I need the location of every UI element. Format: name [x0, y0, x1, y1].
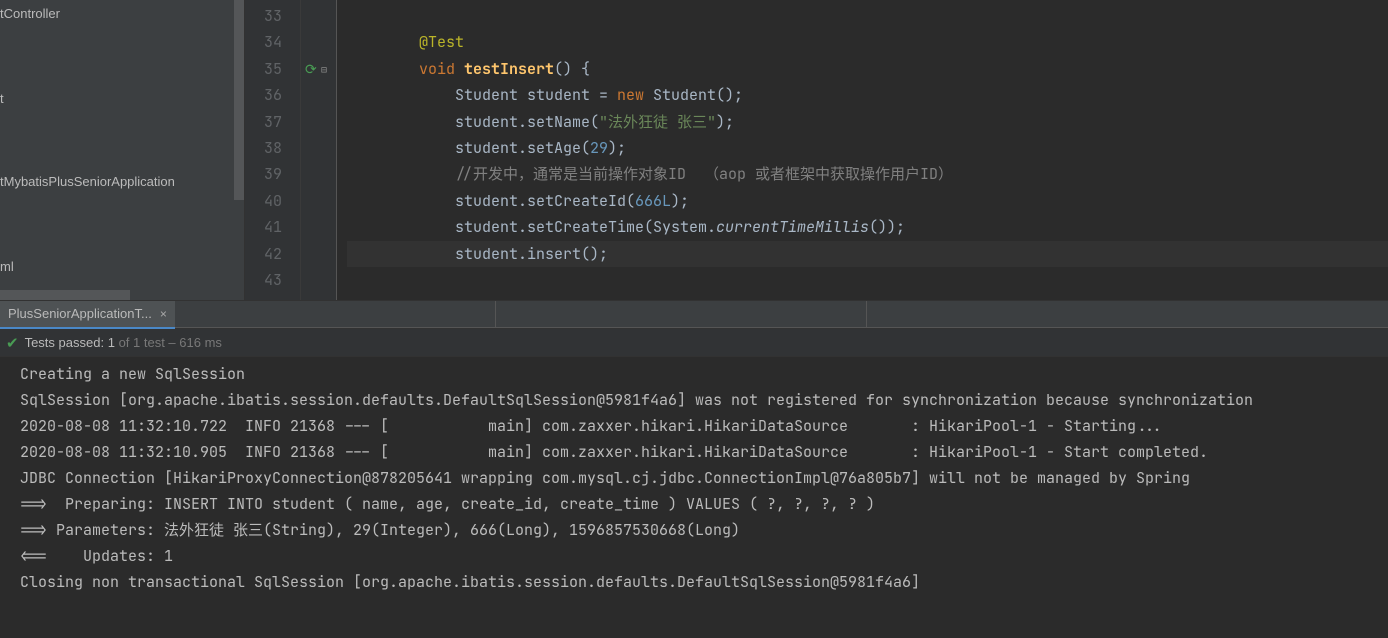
gutter-icons: ⟳⊟: [301, 0, 337, 300]
code-line[interactable]: student.insert();: [347, 241, 1388, 267]
tests-passed-label: Tests passed:: [25, 335, 105, 350]
code-line[interactable]: [347, 267, 1388, 293]
console-line: <== Updates: 1: [20, 543, 1388, 569]
line-number: 39: [245, 161, 300, 187]
line-number: 43: [245, 267, 300, 293]
console-output[interactable]: Creating a new SqlSessionSqlSession [org…: [0, 357, 1388, 638]
tests-summary: of 1 test – 616 ms: [119, 335, 222, 350]
sidebar-item[interactable]: tController: [0, 2, 244, 25]
scrollbar-thumb[interactable]: [234, 0, 244, 200]
run-test-icon[interactable]: ⟳: [305, 61, 317, 79]
code-line[interactable]: Student student = new Student();: [347, 82, 1388, 108]
code-line[interactable]: //开发中，通常是当前操作对象ID （aop 或者框架中获取操作用户ID）: [347, 161, 1388, 187]
run-panel-tabs: PlusSeniorApplicationT... ×: [0, 301, 1388, 329]
test-tab[interactable]: PlusSeniorApplicationT... ×: [0, 301, 175, 329]
code-line[interactable]: student.setCreateId(666L);: [347, 188, 1388, 214]
console-line: JDBC Connection [HikariProxyConnection@8…: [20, 465, 1388, 491]
console-line: Creating a new SqlSession: [20, 361, 1388, 387]
line-number: 35: [245, 56, 300, 82]
console-line: Closing non transactional SqlSession [or…: [20, 569, 1388, 595]
tests-passed-count: 1: [108, 335, 115, 350]
project-sidebar[interactable]: tController t tMybatisPlusSeniorApplicat…: [0, 0, 245, 300]
line-number: 36: [245, 82, 300, 108]
console-line: 2020-08-08 11:32:10.722 INFO 21368 --- […: [20, 413, 1388, 439]
code-line[interactable]: student.setCreateTime(System.currentTime…: [347, 214, 1388, 240]
console-line: 2020-08-08 11:32:10.905 INFO 21368 --- […: [20, 439, 1388, 465]
code-line[interactable]: void testInsert() {: [347, 56, 1388, 82]
line-number: 37: [245, 109, 300, 135]
close-icon[interactable]: ×: [160, 307, 167, 321]
code-line[interactable]: student.setName("法外狂徒 张三");: [347, 109, 1388, 135]
line-number: 33: [245, 3, 300, 29]
line-number: 42: [245, 241, 300, 267]
collapse-icon[interactable]: ⊟: [321, 63, 327, 76]
line-number: 34: [245, 29, 300, 55]
code-area[interactable]: @Test void testInsert() { Student studen…: [337, 0, 1388, 300]
sidebar-hscrollbar[interactable]: [0, 290, 130, 300]
line-number: 40: [245, 188, 300, 214]
console-line: SqlSession [org.apache.ibatis.session.de…: [20, 387, 1388, 413]
code-editor[interactable]: 3334353637383940414243 ⟳⊟ @Test void tes…: [245, 0, 1388, 300]
code-line[interactable]: [347, 3, 1388, 29]
console-line: ==> Preparing: INSERT INTO student ( nam…: [20, 491, 1388, 517]
sidebar-item[interactable]: ml: [0, 255, 244, 278]
run-panel: PlusSeniorApplicationT... × ✔ Tests pass…: [0, 300, 1388, 638]
check-icon: ✔: [6, 334, 19, 352]
code-line[interactable]: student.setAge(29);: [347, 135, 1388, 161]
line-number: 38: [245, 135, 300, 161]
sidebar-item[interactable]: tMybatisPlusSeniorApplication: [0, 170, 244, 193]
code-line[interactable]: @Test: [347, 29, 1388, 55]
sidebar-item[interactable]: t: [0, 87, 244, 110]
console-line: ==> Parameters: 法外狂徒 张三(String), 29(Inte…: [20, 517, 1388, 543]
test-status-bar: ✔ Tests passed: 1 of 1 test – 616 ms: [0, 329, 1388, 357]
tab-label: PlusSeniorApplicationT...: [8, 306, 152, 321]
main-area: tController t tMybatisPlusSeniorApplicat…: [0, 0, 1388, 300]
sidebar-vscrollbar[interactable]: [234, 0, 244, 300]
line-number-gutter: 3334353637383940414243: [245, 0, 301, 300]
line-number: 41: [245, 214, 300, 240]
